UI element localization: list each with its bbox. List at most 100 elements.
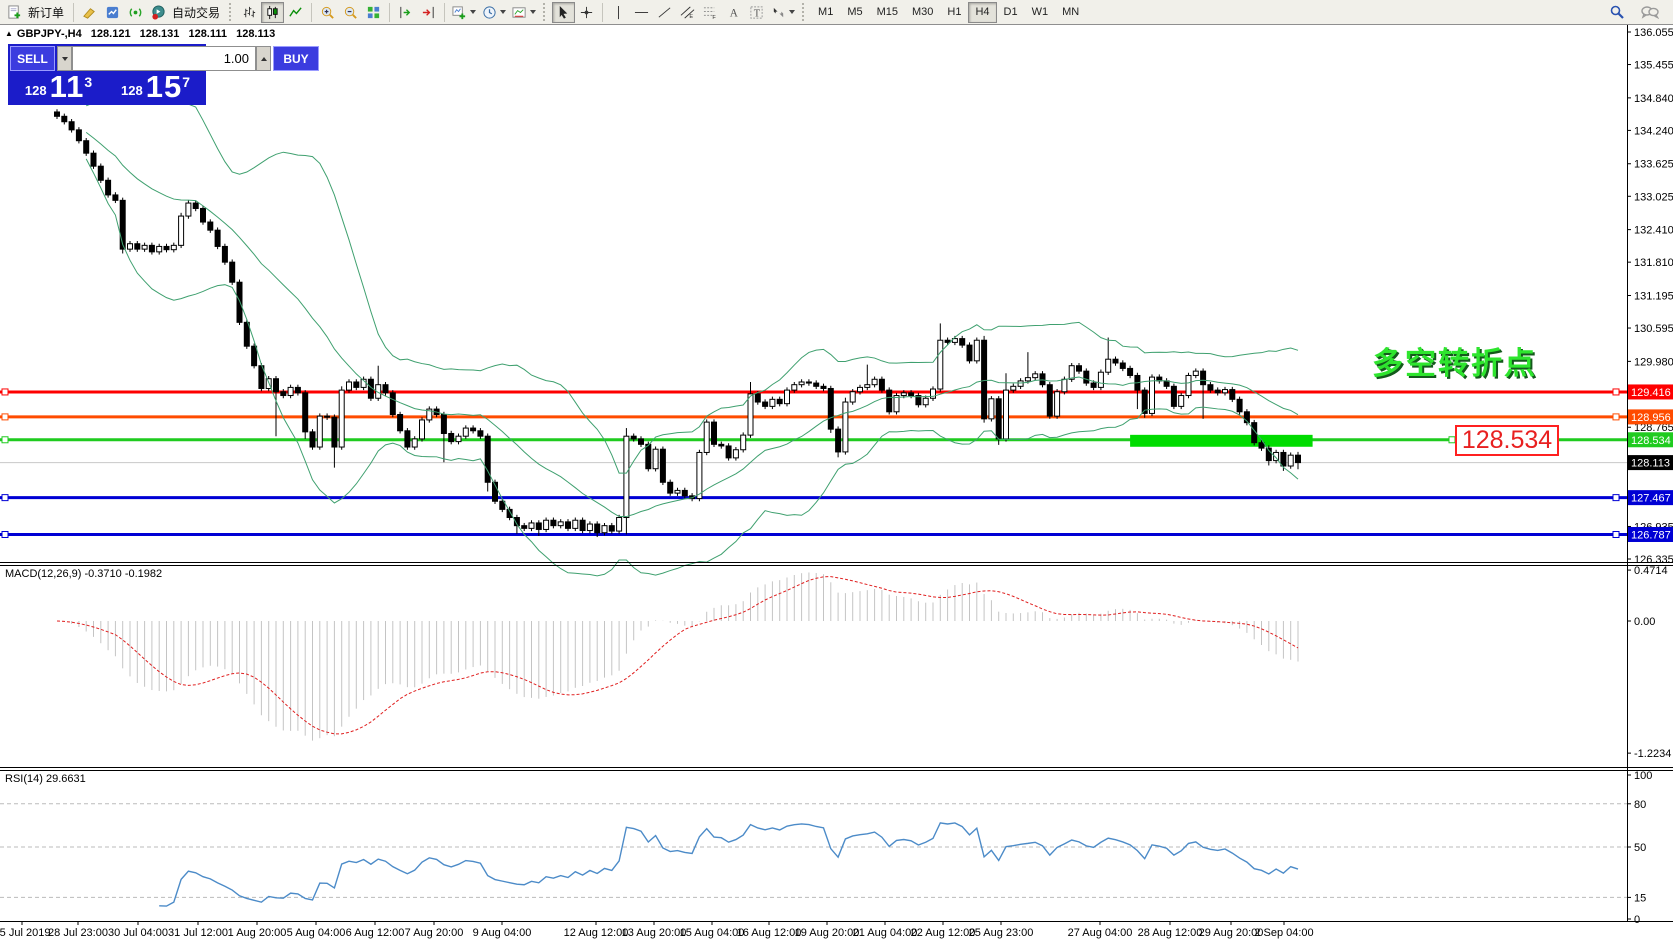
svg-text:19 Aug 20:00: 19 Aug 20:00 [795, 927, 860, 939]
ohlc-high: 128.131 [140, 28, 180, 40]
lot-increase-button[interactable] [256, 46, 271, 71]
vertical-line-tool-button[interactable] [607, 2, 630, 23]
svg-text:2 Sep 04:00: 2 Sep 04:00 [1254, 927, 1313, 939]
separator [389, 3, 390, 22]
arrow-up-icon [261, 57, 267, 61]
equidistant-channel-icon: E [680, 5, 695, 20]
separator [602, 3, 603, 22]
new-order-label[interactable]: 新订单 [28, 4, 64, 21]
timeframe-button-M1[interactable]: M1 [811, 2, 840, 23]
support-zone [1130, 435, 1313, 447]
line-chart-button[interactable] [284, 2, 307, 23]
toolbar-grip[interactable] [802, 3, 807, 21]
svg-text:0.4714: 0.4714 [1634, 565, 1668, 577]
buy-button[interactable]: BUY [273, 46, 319, 71]
period-button[interactable] [479, 2, 509, 23]
separator [311, 3, 312, 22]
separator [444, 3, 445, 22]
timeframe-button-D1[interactable]: D1 [997, 2, 1025, 23]
horizontal-line-tool-button[interactable] [630, 2, 653, 23]
svg-text:16 Aug 12:00: 16 Aug 12:00 [737, 927, 802, 939]
sell-price-display[interactable]: 128 11 3 [10, 71, 107, 103]
svg-text:-1.2234: -1.2234 [1634, 748, 1671, 760]
bar-chart-button[interactable] [238, 2, 261, 23]
svg-text:27 Aug 04:00: 27 Aug 04:00 [1068, 927, 1133, 939]
svg-text:128.113: 128.113 [1631, 458, 1670, 470]
buy-price-sup: 7 [182, 75, 190, 89]
new-chart-button[interactable] [449, 2, 479, 23]
zoom-out-icon [343, 5, 358, 20]
timeframe-button-H4[interactable]: H4 [968, 2, 996, 23]
dropdown-caret-icon [789, 10, 795, 14]
timeframe-button-MN[interactable]: MN [1055, 2, 1086, 23]
timeframe-button-M15[interactable]: M15 [870, 2, 905, 23]
turning-point-annotation[interactable]: 多空转折点 [1372, 338, 1537, 383]
label-tool-button[interactable]: T [745, 2, 768, 23]
text-tool-button[interactable]: A [722, 2, 745, 23]
price-chart[interactable]: 136.055135.455134.840134.240133.625133.0… [0, 25, 1673, 946]
candlestick-chart-icon [265, 5, 280, 20]
chart-shift-icon [421, 5, 436, 20]
market-icon [105, 5, 120, 20]
sell-price-sup: 3 [84, 75, 92, 89]
svg-text:12 Aug 12:00: 12 Aug 12:00 [564, 927, 629, 939]
svg-text:134.240: 134.240 [1634, 125, 1673, 137]
timeframe-toolbar: M1M5M15M30H1H4D1W1MN [811, 2, 1086, 23]
svg-text:21 Aug 04:00: 21 Aug 04:00 [853, 927, 918, 939]
svg-text:T: T [754, 8, 761, 19]
new-order-button[interactable] [3, 2, 26, 23]
buy-price-display[interactable]: 128 15 7 [107, 71, 204, 103]
main-toolbar: 新订单 自动交易 [0, 0, 1673, 25]
price-callout-box[interactable]: 128.534 [1455, 425, 1559, 456]
zoom-out-button[interactable] [339, 2, 362, 23]
svg-text:127.467: 127.467 [1631, 493, 1671, 505]
fibonacci-tool-button[interactable]: F [699, 2, 722, 23]
chart-shift-button[interactable] [417, 2, 440, 23]
template-button[interactable] [509, 2, 539, 23]
signals-button[interactable] [124, 2, 147, 23]
timeframe-button-W1[interactable]: W1 [1025, 2, 1056, 23]
sell-price-big: 11 [50, 72, 85, 102]
timeframe-button-M5[interactable]: M5 [840, 2, 869, 23]
channel-tool-button[interactable]: E [676, 2, 699, 23]
lot-decrease-button[interactable] [57, 46, 72, 71]
tile-windows-button[interactable] [362, 2, 385, 23]
separator [73, 3, 74, 22]
timeframe-button-H1[interactable]: H1 [940, 2, 968, 23]
vertical-line-icon [611, 5, 626, 20]
editor-icon [82, 5, 97, 20]
toolbar-grip[interactable] [229, 3, 234, 21]
svg-text:131.195: 131.195 [1634, 290, 1673, 302]
svg-text:22 Aug 12:00: 22 Aug 12:00 [911, 927, 976, 939]
chat-button[interactable] [1638, 2, 1662, 23]
svg-text:E: E [689, 14, 693, 20]
svg-text:28 Jul 23:00: 28 Jul 23:00 [48, 927, 108, 939]
crosshair-icon [579, 5, 594, 20]
crosshair-tool-button[interactable] [575, 2, 598, 23]
timeframe-button-M30[interactable]: M30 [905, 2, 940, 23]
sell-button[interactable]: SELL [10, 46, 55, 71]
toolbar-grip[interactable] [543, 3, 548, 21]
arrows-tool-icon [771, 5, 786, 20]
autotrading-button[interactable] [147, 2, 170, 23]
svg-text:30 Jul 04:00: 30 Jul 04:00 [108, 927, 168, 939]
zoom-in-button[interactable] [316, 2, 339, 23]
arrows-tool-button[interactable] [768, 2, 798, 23]
clock-icon [482, 5, 497, 20]
search-button[interactable] [1605, 2, 1628, 23]
cursor-tool-button[interactable] [552, 2, 575, 23]
trendline-tool-button[interactable] [653, 2, 676, 23]
svg-text:136.055: 136.055 [1634, 27, 1673, 39]
auto-scroll-button[interactable] [394, 2, 417, 23]
svg-text:5 Aug 04:00: 5 Aug 04:00 [287, 927, 346, 939]
autotrading-label[interactable]: 自动交易 [172, 4, 220, 21]
metaeditor-button[interactable] [78, 2, 101, 23]
line-chart-icon [288, 5, 303, 20]
auto-scroll-icon [398, 5, 413, 20]
market-button[interactable] [101, 2, 124, 23]
autotrading-icon [151, 5, 166, 20]
candlestick-chart-button[interactable] [261, 2, 284, 23]
lot-size-input[interactable] [72, 46, 256, 71]
svg-text:133.025: 133.025 [1634, 191, 1673, 203]
symbol-collapse-icon[interactable]: ▲ [5, 29, 13, 38]
